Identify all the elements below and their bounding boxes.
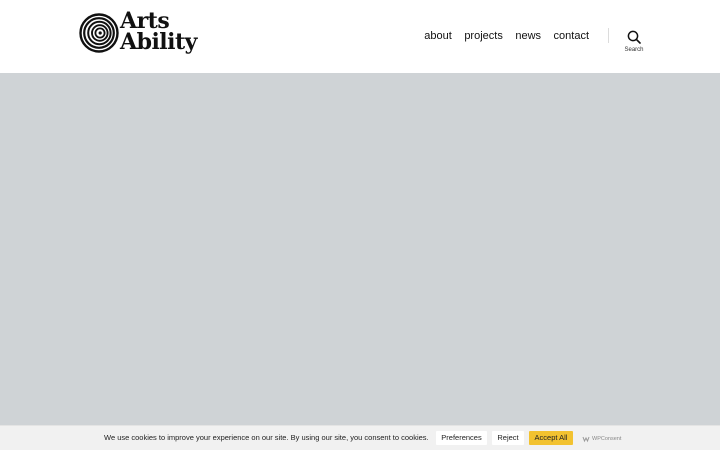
primary-nav: about projects news contact — [412, 29, 589, 43]
cookie-preferences-button[interactable]: Preferences — [436, 431, 487, 445]
page: Arts Ability about projects news contact… — [0, 0, 720, 450]
site-logo-link[interactable]: Arts Ability — [79, 10, 199, 60]
wpconsent-brand-text: WPConsent — [592, 435, 622, 442]
wpconsent-brand[interactable]: WPConsent — [582, 434, 621, 443]
cookie-reject-button[interactable]: Reject — [492, 431, 524, 445]
wpconsent-icon — [582, 436, 590, 442]
search-icon — [627, 30, 641, 44]
site-header: Arts Ability about projects news contact… — [0, 0, 720, 73]
nav-item-projects[interactable]: projects — [464, 29, 503, 43]
search-label: Search — [624, 47, 644, 53]
cookie-message: We use cookies to improve your experienc… — [104, 433, 429, 442]
nav-divider — [608, 28, 609, 43]
nav-item-about[interactable]: about — [424, 29, 452, 43]
spiral-logo-icon — [79, 13, 119, 53]
cookie-banner: We use cookies to improve your experienc… — [0, 425, 720, 450]
cover-image-area — [0, 73, 720, 425]
site-logo-text: Arts Ability — [120, 10, 197, 55]
cookie-accept-all-button[interactable]: Accept All — [529, 431, 573, 445]
logo-line-2: Ability — [120, 29, 197, 55]
nav-item-contact[interactable]: contact — [554, 29, 589, 43]
nav-item-news[interactable]: news — [515, 29, 541, 43]
search-toggle-button[interactable]: Search — [619, 28, 649, 56]
